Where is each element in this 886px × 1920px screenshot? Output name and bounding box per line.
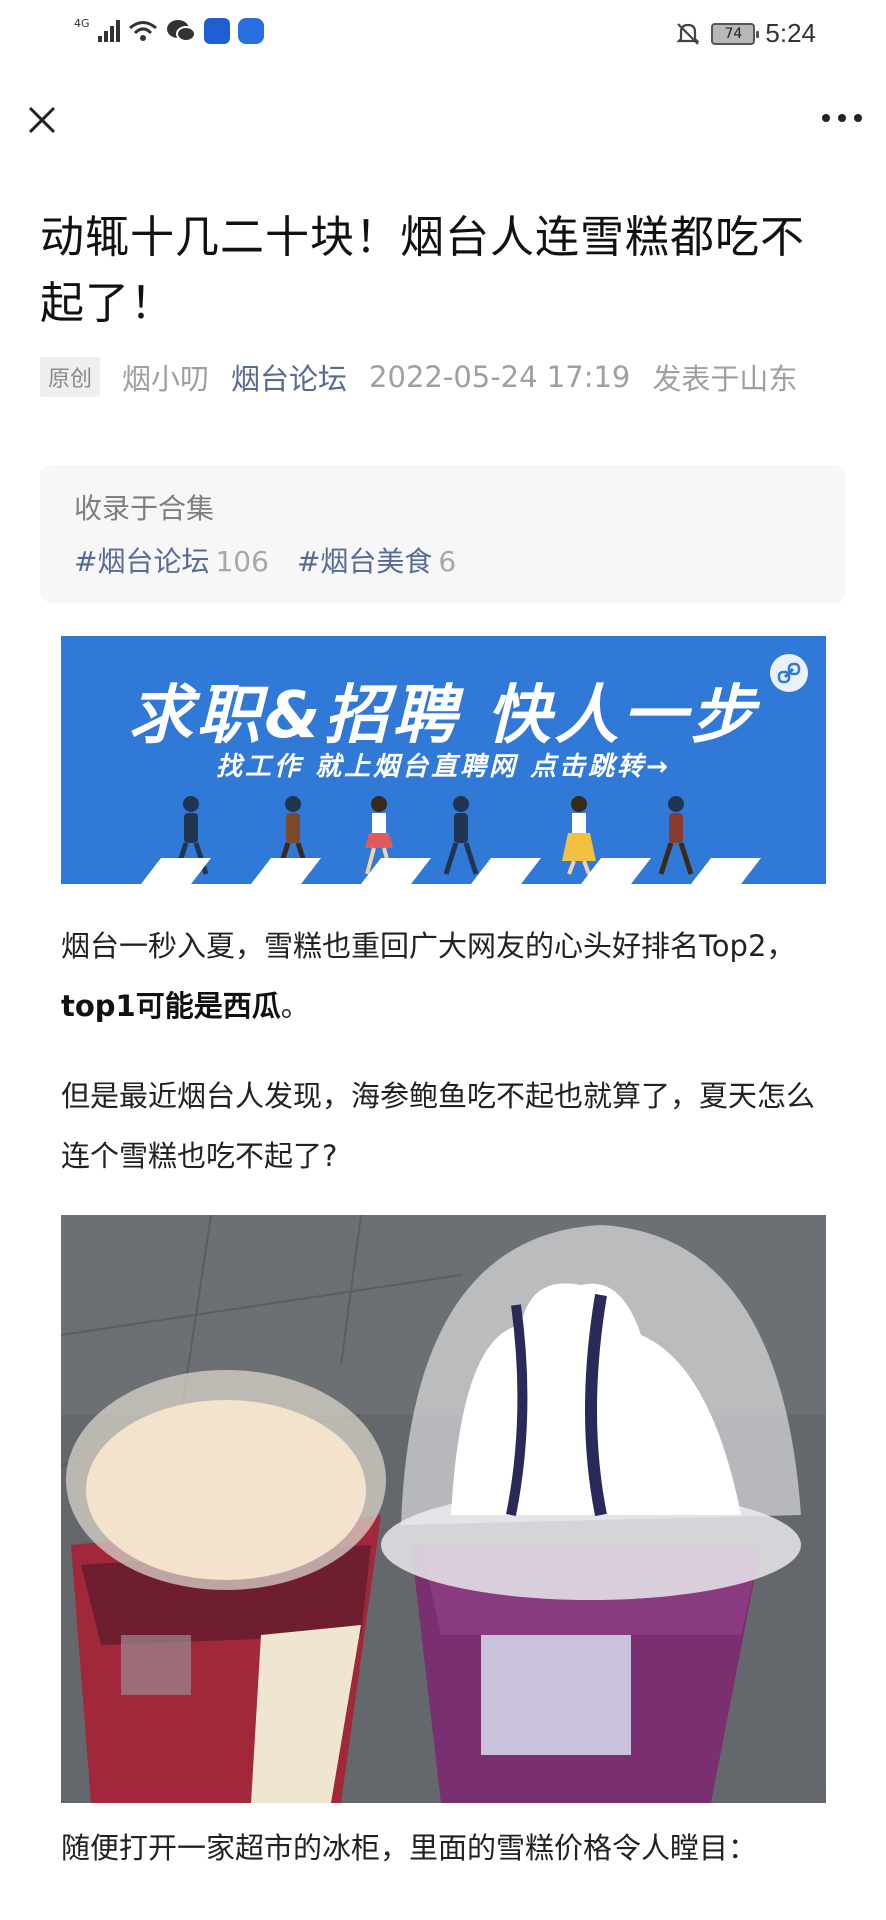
author-name: 烟小叨: [122, 362, 210, 396]
recruitment-banner[interactable]: 求职&招聘 快人一步 找工作 就上烟台直聘网 点击跳转→: [61, 636, 826, 884]
account-link[interactable]: 烟台论坛: [231, 356, 347, 398]
banner-subline: 找工作 就上烟台直聘网 点击跳转→: [216, 752, 671, 782]
paragraph-text-end: 。: [280, 989, 310, 1023]
collection-box: 收录于合集 #烟台论坛 106 #烟台美食 6: [40, 465, 846, 603]
collection-tag[interactable]: #烟台论坛 106: [74, 540, 269, 580]
tag-count: 6: [438, 545, 457, 578]
app-notification-icon: [203, 18, 230, 44]
tag-name: #烟台论坛: [74, 545, 210, 578]
more-icon[interactable]: [820, 108, 864, 128]
status-right: 74 5:24: [675, 18, 816, 49]
tag-count: 106: [215, 545, 269, 578]
paragraph-bold-text: top1可能是西瓜: [61, 989, 281, 1023]
wechat-icon: [166, 20, 196, 42]
article-meta: 原创 烟小叨 烟台论坛 2022-05-24 17:19 发表于山东: [40, 356, 797, 398]
original-badge: 原创: [40, 357, 101, 397]
wifi-icon: [128, 21, 157, 41]
publish-location: 发表于山东: [652, 362, 798, 396]
article-paragraph: 随便打开一家超市的冰柜，里面的雪糕价格令人瞠目：: [61, 1831, 758, 1865]
bulb-app-icon: [237, 18, 264, 44]
article-paragraph: 烟台一秒入夏，雪糕也重回广大网友的心头好排名Top2， top1可能是西瓜。: [61, 916, 831, 1036]
close-icon[interactable]: [22, 100, 62, 140]
network-type: 4G: [74, 16, 90, 30]
ice-cream-image: [61, 1215, 826, 1803]
collection-label: 收录于合集: [74, 492, 215, 525]
status-bar: 4G 74 5:24: [0, 0, 886, 70]
collection-tags: #烟台论坛 106 #烟台美食 6: [74, 540, 456, 580]
tag-name: #烟台美食: [296, 545, 433, 578]
article-title: 动辄十几二十块！烟台人连雪糕都吃不起了！: [40, 212, 805, 329]
status-left: 4G: [74, 16, 264, 44]
collection-tag[interactable]: #烟台美食 6: [297, 540, 456, 580]
bell-off-icon: [676, 22, 701, 45]
publish-date: 2022-05-24 17:19: [369, 360, 631, 394]
battery-indicator: 74: [711, 22, 760, 45]
link-icon: [770, 654, 808, 692]
crosswalk-stripes: [141, 858, 761, 884]
clock: 5:24: [765, 18, 816, 48]
article-paragraph: 但是最近烟台人发现，海参鲍鱼吃不起也就算了，夏天怎么连个雪糕也吃不起了?: [61, 1079, 816, 1173]
paragraph-text: 烟台一秒入夏，雪糕也重回广大网友的心头好排名Top2，: [61, 929, 796, 963]
signal-icon: [97, 20, 120, 42]
banner-headline: 求职&招聘 快人一步: [128, 679, 759, 753]
ice-cream-photo[interactable]: [61, 1215, 826, 1803]
